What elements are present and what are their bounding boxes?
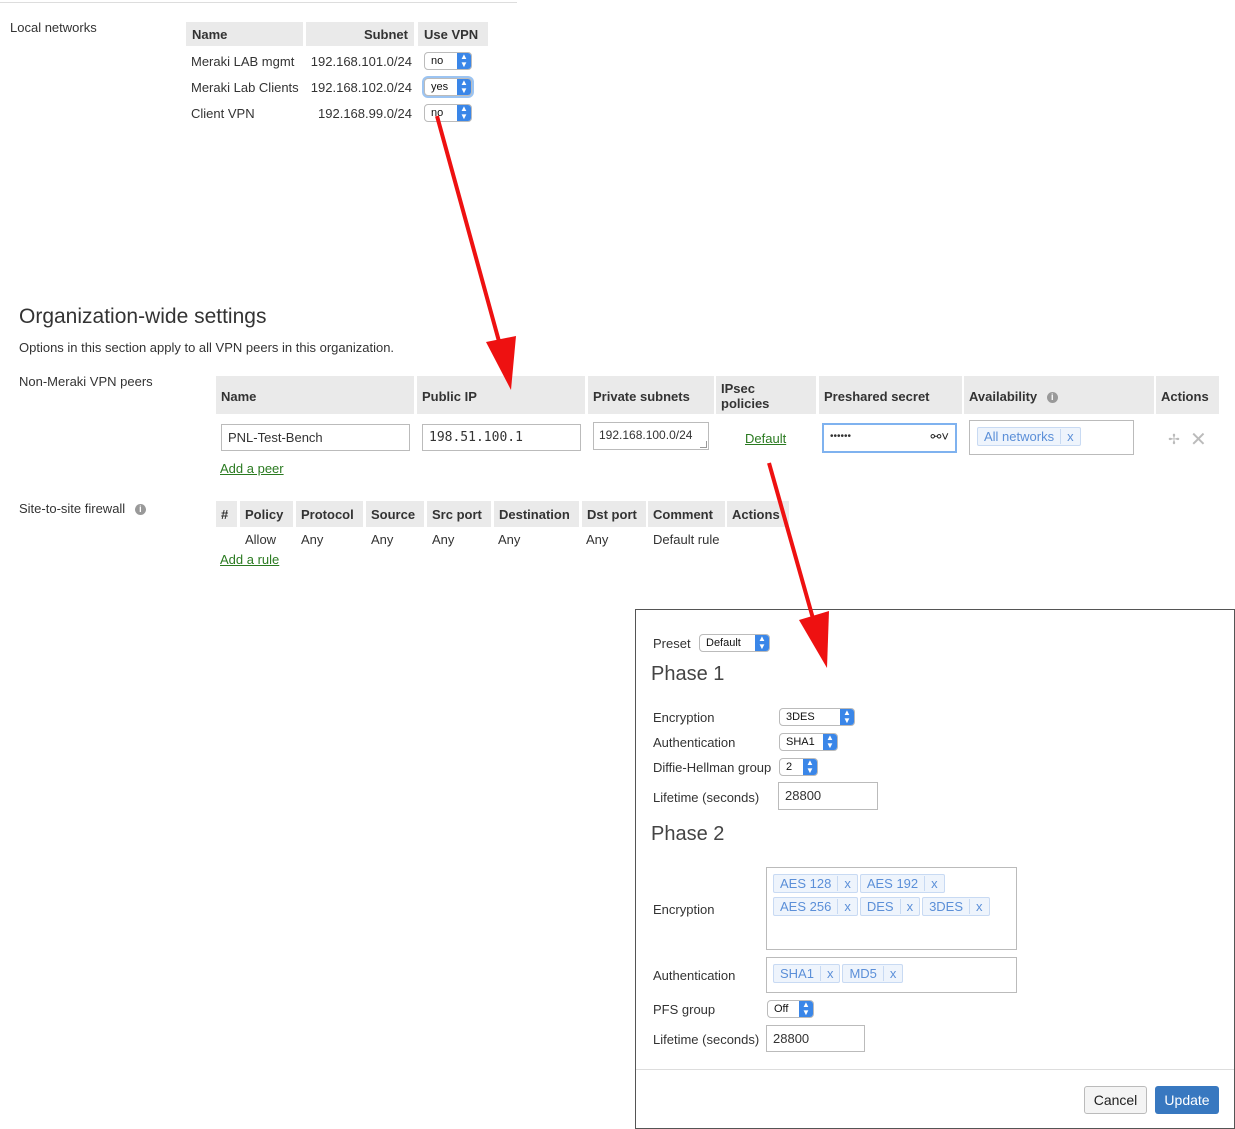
annotation-arrows — [435, 115, 829, 668]
annotation-arrow-2 — [767, 462, 829, 668]
annotation-arrow-1 — [435, 115, 516, 390]
